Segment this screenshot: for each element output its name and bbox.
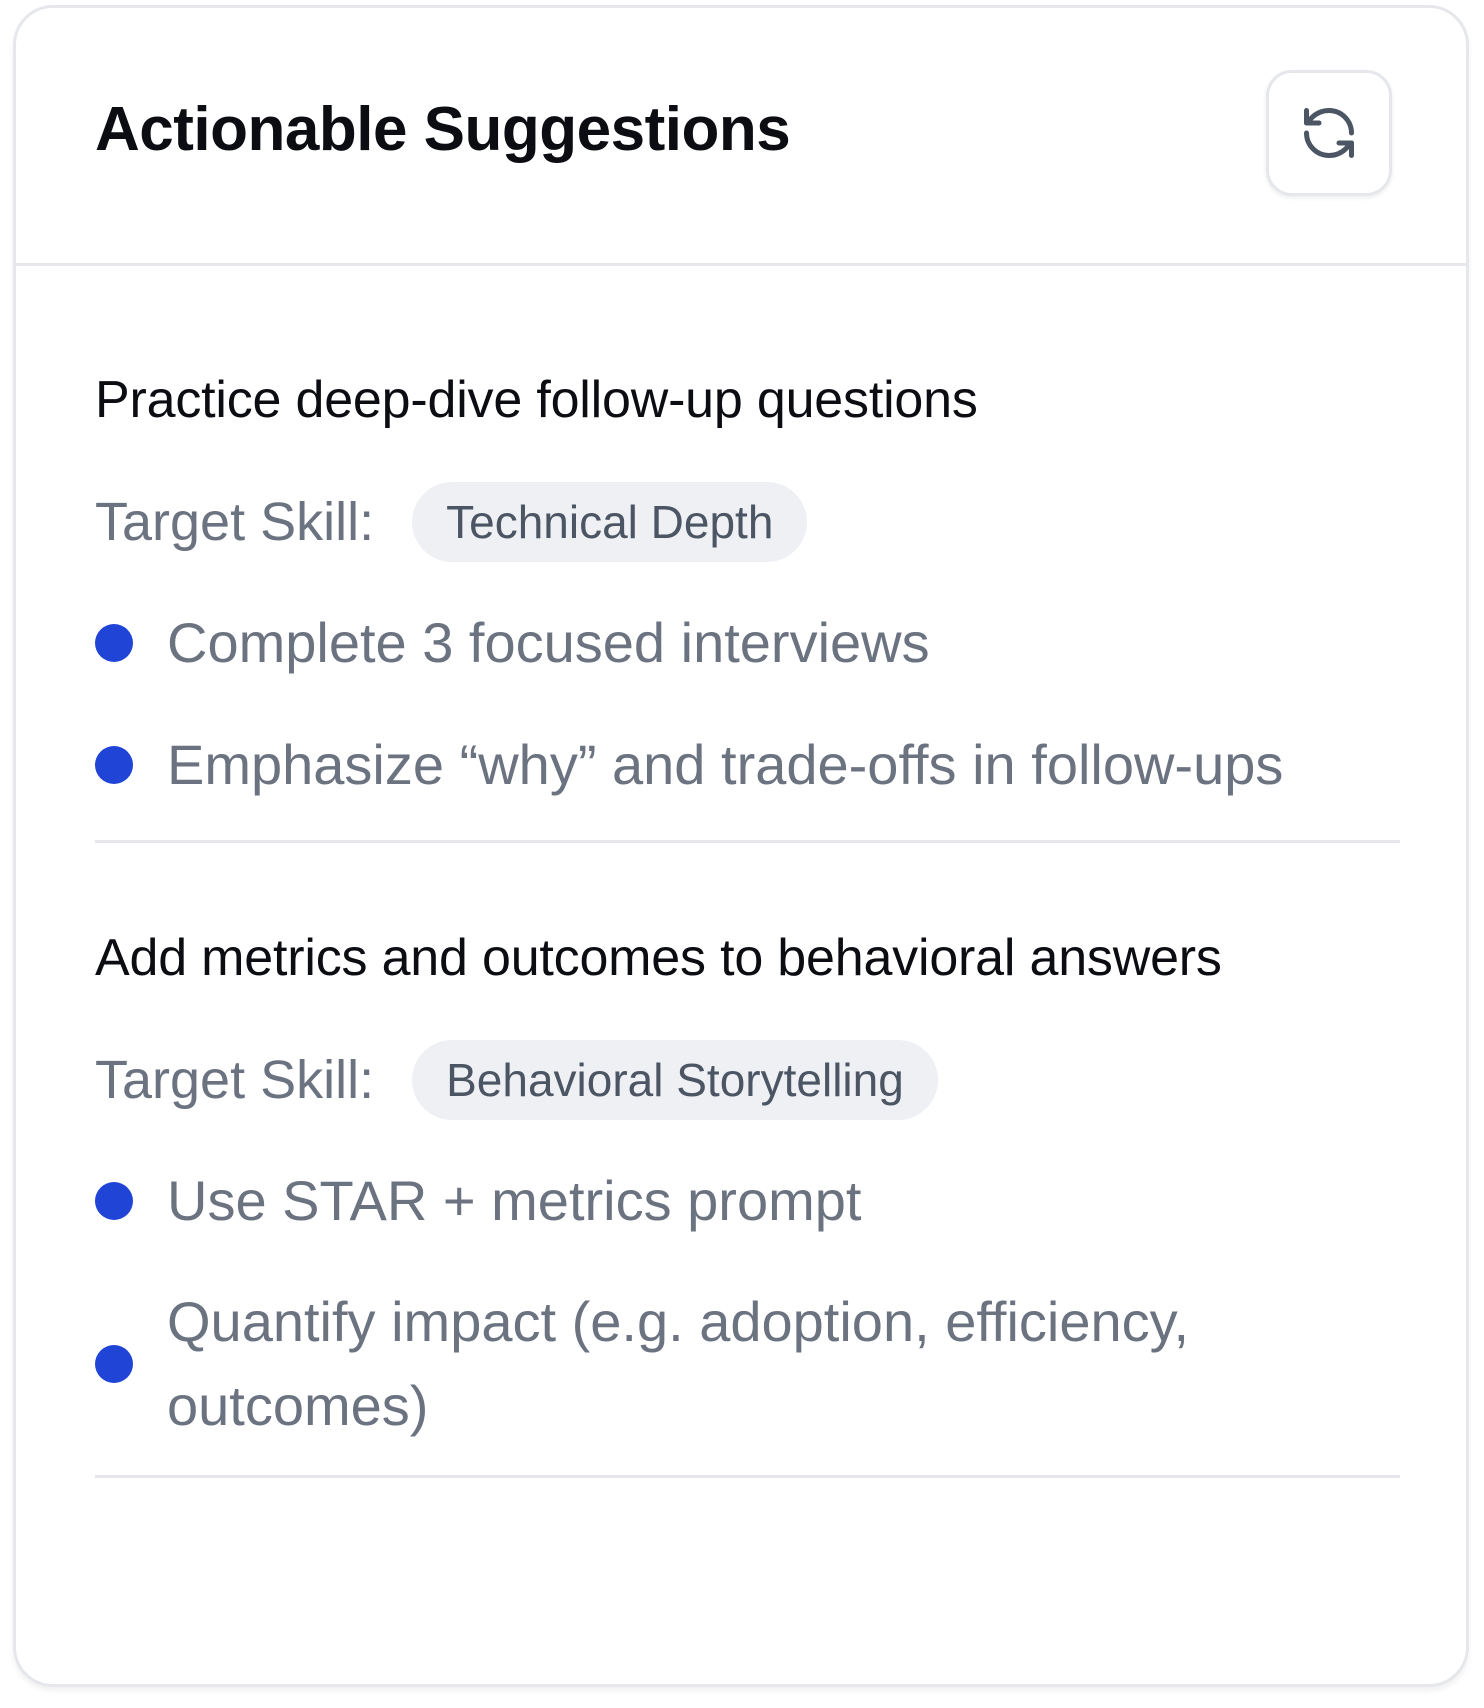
action-item: Complete 3 focused interviews xyxy=(95,601,930,685)
refresh-button[interactable] xyxy=(1266,70,1392,196)
suggestion-title: Add metrics and outcomes to behavioral a… xyxy=(95,929,1222,987)
action-text: Use STAR + metrics prompt xyxy=(167,1169,862,1232)
target-skill-label: Target Skill: xyxy=(95,492,375,552)
bullet-dot xyxy=(95,746,133,784)
action-text: Emphasize “why” and trade-offs in follow… xyxy=(167,733,1284,796)
target-skill-chip: Technical Depth xyxy=(412,482,808,562)
target-skill-row: Target Skill: Technical Depth xyxy=(95,482,808,562)
action-item: Use STAR + metrics prompt xyxy=(95,1159,861,1243)
action-item: Quantify impact (e.g. adoption, efficien… xyxy=(95,1280,1195,1448)
bullet-dot xyxy=(95,624,133,662)
bullet-dot xyxy=(95,1182,133,1220)
target-skill-row: Target Skill: Behavioral Storytelling xyxy=(95,1040,938,1120)
refresh-icon xyxy=(1299,103,1359,163)
action-text: Complete 3 focused interviews xyxy=(167,611,930,674)
card-title: Actionable Suggestions xyxy=(95,95,791,164)
target-skill-chip: Behavioral Storytelling xyxy=(412,1040,938,1120)
divider xyxy=(95,1475,1400,1478)
divider xyxy=(95,840,1400,843)
bullet-dot xyxy=(95,1345,133,1383)
action-text: Quantify impact (e.g. adoption, efficien… xyxy=(167,1290,1190,1437)
card-header: Actionable Suggestions xyxy=(16,8,1466,266)
suggestion-title: Practice deep-dive follow-up questions xyxy=(95,371,978,429)
actionable-suggestions-card: Actionable Suggestions Practice deep-div… xyxy=(13,5,1469,1687)
action-item: Emphasize “why” and trade-offs in follow… xyxy=(95,723,1283,807)
target-skill-label: Target Skill: xyxy=(95,1050,375,1110)
